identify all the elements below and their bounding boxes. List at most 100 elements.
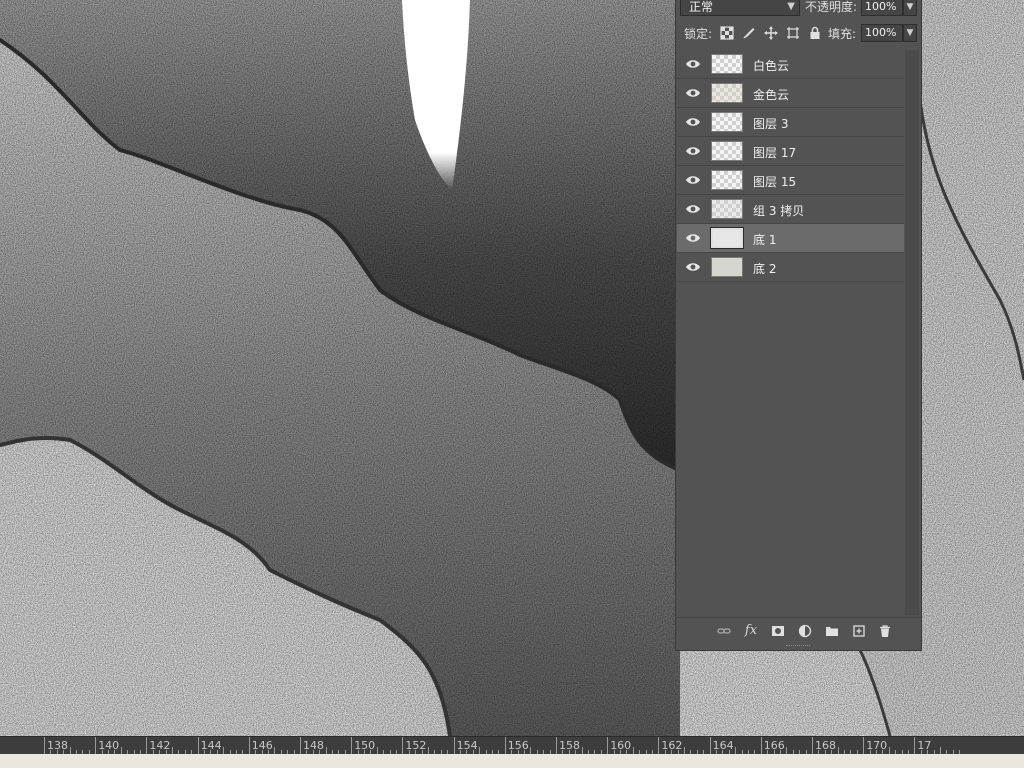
mask-icon[interactable] — [771, 624, 785, 638]
ruler-minor-tick — [479, 747, 481, 754]
eye-icon[interactable] — [685, 173, 701, 187]
layer-thumbnail — [711, 199, 743, 219]
layer-row-layer-17[interactable]: 图层 17 — [677, 137, 904, 166]
panel-resize-grip[interactable] — [786, 645, 810, 648]
layer-name: 图层 3 — [753, 117, 789, 131]
new-layer-icon[interactable] — [852, 624, 866, 638]
lock-position-icon[interactable] — [764, 26, 778, 40]
blend-row: 正常 ▼ 不透明度: 100% ▼ — [676, 0, 921, 18]
ruler-minor-tick — [325, 747, 327, 754]
layer-thumbnail — [711, 141, 743, 161]
link-icon[interactable] — [717, 624, 731, 638]
layer-name: 图层 17 — [753, 146, 797, 160]
layer-thumbnail — [710, 227, 744, 249]
ruler-major-tick — [709, 737, 711, 754]
ruler-minor-tick — [786, 747, 788, 754]
layer-row-layer-3[interactable]: 图层 3 — [677, 108, 904, 137]
ruler-minor-tick — [428, 747, 429, 754]
ruler-minor-tick — [376, 747, 378, 754]
opacity-dropdown-button[interactable]: ▼ — [903, 0, 917, 16]
fill-dropdown-button[interactable]: ▼ — [903, 24, 917, 42]
lock-image-pixels-icon[interactable] — [742, 26, 756, 40]
eye-icon[interactable] — [685, 260, 701, 274]
lock-label: 锁定: — [684, 27, 713, 41]
layer-thumbnail — [711, 257, 743, 277]
ruler-minor-tick — [837, 747, 839, 754]
layer-list: 白色云 金色云 图层 3 图层 17 图层 15 组 3 拷贝 底 1 底 2 — [677, 50, 904, 282]
ruler-major-tick — [351, 737, 353, 754]
layer-name: 白色云 — [753, 59, 790, 73]
opacity-label: 不透明度: — [805, 0, 858, 14]
layer-row-gold-cloud[interactable]: 金色云 — [677, 79, 904, 108]
chevron-down-icon: ▼ — [787, 1, 795, 12]
ruler-minor-tick — [940, 747, 941, 754]
ruler-major-tick — [146, 737, 148, 754]
blend-mode-select[interactable]: 正常 ▼ — [680, 0, 800, 16]
layer-name: 金色云 — [753, 88, 790, 102]
layer-row-base-2[interactable]: 底 2 — [677, 253, 904, 282]
layers-bottom-toolbar: fx — [676, 617, 921, 644]
ruler-major-tick — [248, 737, 250, 754]
ruler-major-tick — [197, 737, 199, 754]
folder-icon[interactable] — [825, 624, 839, 638]
horizontal-ruler[interactable]: 138 140 142 144 146 148 150 152 154 156 158 160 162 1… — [0, 736, 1024, 754]
layer-row-layer-15[interactable]: 图层 15 — [677, 166, 904, 195]
ruler-major-tick — [760, 737, 762, 754]
layer-thumbnail — [711, 54, 743, 74]
ruler-major-tick — [658, 737, 660, 754]
ruler-minor-tick — [530, 747, 532, 754]
ruler-major-tick — [556, 737, 557, 754]
opacity-input[interactable]: 100% — [861, 0, 903, 16]
layer-thumbnail — [711, 170, 743, 190]
ruler-major-tick — [504, 737, 506, 754]
layer-thumbnail — [711, 112, 743, 132]
layer-name: 底 2 — [753, 262, 777, 276]
fill-input[interactable]: 100% — [861, 24, 903, 42]
ruler-major-tick — [863, 737, 865, 754]
layers-scrollbar[interactable] — [905, 50, 919, 615]
layer-thumbnail — [711, 83, 743, 103]
blend-mode-value: 正常 — [689, 0, 714, 14]
layer-row-group-3-copy[interactable]: 组 3 拷贝 — [677, 195, 904, 224]
fx-icon[interactable]: fx — [744, 624, 758, 638]
ruler-minor-tick — [120, 747, 122, 754]
ruler-label: 17 — [917, 739, 932, 752]
ruler-major-tick — [44, 737, 45, 754]
layer-name: 图层 15 — [753, 175, 797, 189]
layer-row-base-1[interactable]: 底 1 — [677, 224, 904, 253]
ruler-minor-tick — [172, 747, 173, 754]
fill-label: 填充: — [828, 27, 857, 41]
ruler-major-tick — [812, 737, 813, 754]
ruler-minor-tick — [274, 747, 276, 754]
ruler-minor-tick — [581, 747, 583, 754]
ruler-major-tick — [300, 737, 301, 754]
adjustment-icon[interactable] — [798, 624, 812, 638]
ruler-minor-tick — [632, 747, 634, 754]
layers-panel: 正常 ▼ 不透明度: 100% ▼ 锁定: 填充: 100% ▼ 白色云 金色云… — [675, 0, 922, 651]
eye-icon[interactable] — [685, 86, 701, 100]
ruler-major-tick — [402, 737, 404, 754]
ruler-minor-tick — [69, 747, 71, 754]
lock-artboard-icon[interactable] — [786, 26, 800, 40]
ruler-minor-tick — [684, 747, 685, 754]
layer-row-white-cloud[interactable]: 白色云 — [677, 50, 904, 79]
canvas-below-ruler — [0, 754, 1024, 768]
ruler-major-tick — [95, 737, 97, 754]
eye-icon[interactable] — [685, 57, 701, 71]
ruler-major-tick — [914, 737, 916, 754]
eye-icon[interactable] — [685, 115, 701, 129]
ruler-minor-tick — [735, 747, 737, 754]
ruler-major-tick — [607, 737, 609, 754]
ruler-minor-tick — [888, 747, 890, 754]
trash-icon[interactable] — [878, 624, 892, 638]
lock-row: 锁定: 填充: 100% ▼ — [676, 22, 921, 44]
eye-icon[interactable] — [685, 231, 701, 245]
lock-transparent-pixels-icon[interactable] — [720, 26, 734, 40]
ruler-major-tick — [453, 737, 455, 754]
ruler-minor-tick — [223, 747, 225, 754]
eye-icon[interactable] — [685, 144, 701, 158]
eye-icon[interactable] — [685, 202, 701, 216]
layer-name: 底 1 — [753, 233, 777, 247]
layer-name: 组 3 拷贝 — [753, 204, 805, 218]
lock-all-icon[interactable] — [808, 26, 822, 40]
